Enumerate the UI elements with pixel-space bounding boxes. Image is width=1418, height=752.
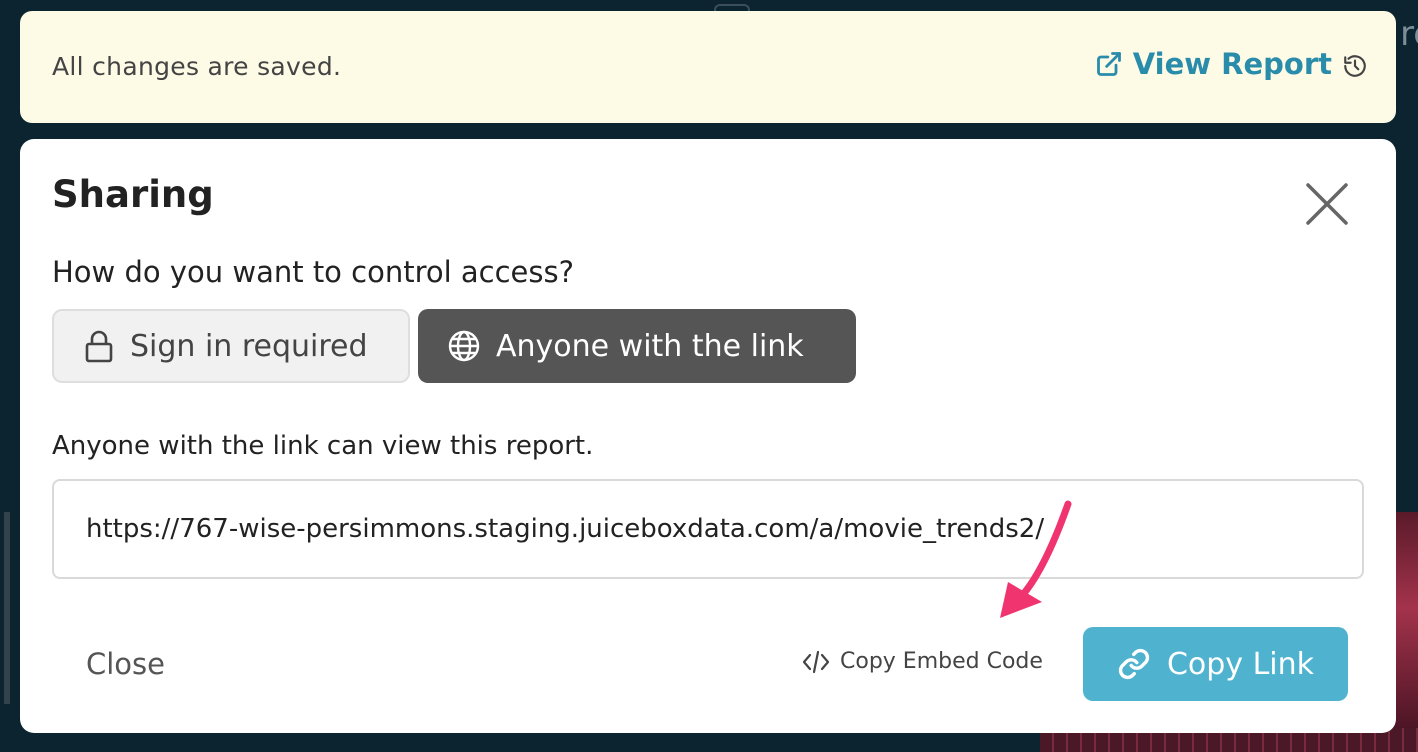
background-partial-text: rc [1400,14,1418,54]
anyone-with-link-label: Anyone with the link [496,328,804,364]
lock-icon [85,330,113,363]
link-icon [1118,648,1150,680]
external-link-icon [1096,52,1121,76]
globe-icon [448,330,480,362]
sign-in-required-button[interactable]: Sign in required [52,309,410,383]
save-status-text: All changes are saved. [52,52,342,81]
saved-banner: All changes are saved. View Report [20,11,1396,123]
sign-in-required-label: Sign in required [130,328,368,364]
copy-embed-code-label: Copy Embed Code [840,649,1043,674]
copy-link-button[interactable]: Copy Link [1083,627,1348,701]
copy-embed-code-button[interactable]: Copy Embed Code [802,649,1043,674]
history-icon[interactable] [1342,53,1368,79]
access-question: How do you want to control access? [52,255,574,289]
background-image [1394,512,1418,752]
copy-link-label: Copy Link [1166,646,1315,682]
background-scrollbar [4,512,10,704]
close-icon[interactable] [1304,181,1350,227]
code-icon [802,650,830,673]
access-description: Anyone with the link can view this repor… [52,431,594,461]
sharing-dialog: Sharing How do you want to control acces… [20,139,1396,733]
dialog-title: Sharing [52,173,214,216]
view-report-label: View Report [1132,47,1332,81]
anyone-with-link-button[interactable]: Anyone with the link [418,309,856,383]
view-report-link[interactable]: View Report [1095,47,1332,81]
close-button[interactable]: Close [86,647,165,681]
share-url-field[interactable] [52,479,1364,579]
